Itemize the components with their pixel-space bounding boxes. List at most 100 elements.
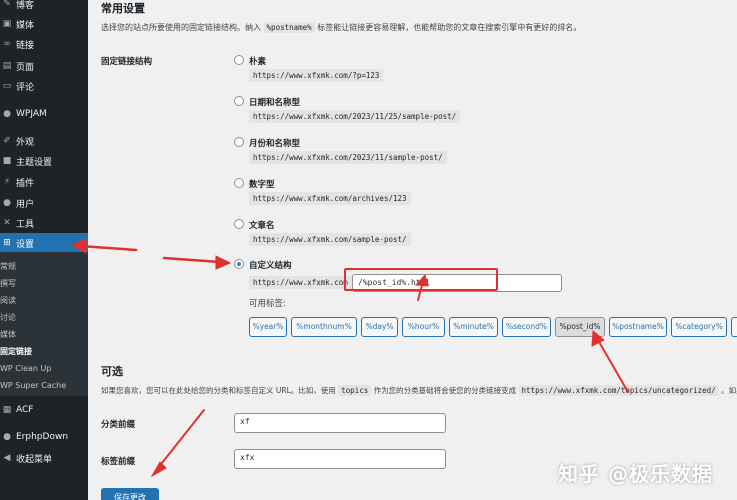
menu-item-links[interactable]: ∞ 链接: [0, 34, 88, 54]
optional-description: 如果您喜欢，您可以在此处给您的分类和标签自定义 URL。比如，使用 topics…: [101, 385, 737, 396]
tag-button-monthnum[interactable]: %monthnum%: [291, 317, 357, 337]
radio-plain[interactable]: [234, 55, 244, 65]
menu-item-label: 博客: [16, 0, 35, 11]
submenu-item-general[interactable]: 常规: [0, 258, 88, 275]
radio-label-day-name: 日期和名称型: [249, 98, 301, 108]
example-url-plain: https://www.xfxmk.com/?p=123: [249, 69, 384, 82]
tag-button-category[interactable]: %category%: [671, 317, 727, 337]
available-tags: %year% %monthnum% %day% %hour% %minute% …: [249, 317, 737, 337]
menu-item-label: 媒体: [16, 20, 35, 31]
example-url-day-name: https://www.xfxmk.com/2023/11/25/sample-…: [249, 110, 461, 123]
submenu-item-media[interactable]: 媒体: [0, 326, 88, 343]
common-settings-description: 选择您的站点所要使用的固定链接结构。纳入 %postname% 标签能让链接更容…: [101, 22, 582, 33]
menu-item-appearance[interactable]: ✐ 外观: [0, 131, 88, 151]
menu-item-label: ACF: [16, 405, 34, 415]
menu-item-label: 工具: [16, 219, 35, 230]
watermark: 知乎 @极乐数据: [558, 462, 713, 486]
plugin-icon: ⚡: [3, 177, 11, 187]
menu-item-label: 收起菜单: [16, 454, 53, 465]
menu-item-pages[interactable]: ▤ 页面: [0, 56, 88, 76]
comment-icon: ▭: [2, 81, 12, 91]
optional-title: 可选: [101, 365, 123, 378]
radio-label-month-name: 月份和名称型: [249, 139, 301, 149]
acf-icon: ▦: [2, 405, 12, 415]
tag-button-year[interactable]: %year%: [249, 317, 287, 337]
menu-item-wpjam[interactable]: ● WPJAM: [0, 104, 88, 124]
menu-item-label: 插件: [16, 178, 35, 189]
radio-label-custom-structure: 自定义结构: [249, 261, 292, 271]
available-tags-label: 可用标签:: [249, 299, 286, 309]
settings-submenu: 常规 撰写 阅读 讨论 媒体 固定链接 WP Clean Up WP Super…: [0, 252, 88, 396]
menu-item-comments[interactable]: ▭ 评论: [0, 76, 88, 96]
submenu-item-permalinks[interactable]: 固定链接: [0, 343, 88, 360]
menu-item-label: ErphpDown: [16, 432, 69, 442]
menu-item-plugins[interactable]: ⚡ 插件: [0, 172, 88, 192]
page-icon: ▤: [2, 61, 12, 71]
theme-settings-icon: ■: [2, 156, 12, 166]
radio-custom-structure[interactable]: [234, 259, 244, 269]
media-icon: ▣: [2, 19, 12, 29]
tag-base-label: 标签前缀: [101, 457, 136, 467]
menu-item-label: 外观: [16, 137, 35, 148]
submenu-item-wp-super-cache[interactable]: WP Super Cache: [0, 377, 88, 394]
radio-month-name[interactable]: [234, 137, 244, 147]
radio-day-name[interactable]: [234, 96, 244, 106]
custom-structure-prefix: https://www.xfxmk.com: [249, 276, 352, 289]
radio-post-name[interactable]: [234, 219, 244, 229]
link-icon: ∞: [3, 39, 11, 49]
example-url-month-name: https://www.xfxmk.com/2023/11/sample-pos…: [249, 151, 447, 164]
tag-base-input[interactable]: xfx: [234, 449, 446, 469]
example-url-numeric: https://www.xfxmk.com/archives/123: [249, 192, 411, 205]
menu-item-label: 链接: [16, 40, 35, 51]
annotation-highlight-box: [344, 268, 498, 291]
example-category-url-code: https://www.xfxmk.com/topics/uncategoriz…: [518, 385, 719, 396]
menu-item-label: 用户: [16, 199, 35, 210]
submenu-item-reading[interactable]: 阅读: [0, 292, 88, 309]
tag-button-postname[interactable]: %postname%: [609, 317, 667, 337]
tag-button-minute[interactable]: %minute%: [449, 317, 498, 337]
blog-icon: ✎: [3, 0, 11, 9]
category-base-input[interactable]: xf: [234, 413, 446, 433]
settings-icon: ⊞: [3, 238, 11, 248]
example-url-post-name: https://www.xfxmk.com/sample-post/: [249, 233, 411, 246]
appearance-icon: ✐: [3, 136, 11, 146]
category-base-label: 分类前缀: [101, 420, 136, 430]
tag-button-hour[interactable]: %hour%: [402, 317, 445, 337]
submenu-item-wp-clean-up[interactable]: WP Clean Up: [0, 360, 88, 377]
menu-item-label: 评论: [16, 82, 35, 93]
main-content: 常用设置 选择您的站点所要使用的固定链接结构。纳入 %postname% 标签能…: [88, 0, 737, 500]
tag-button-day[interactable]: %day%: [361, 317, 398, 337]
radio-numeric[interactable]: [234, 178, 244, 188]
permalink-structure-label: 固定链接结构: [101, 57, 153, 67]
save-changes-button[interactable]: 保存更改: [101, 488, 159, 500]
topics-code: topics: [338, 385, 372, 396]
menu-item-tools[interactable]: ✕ 工具: [0, 213, 88, 233]
menu-item-blog[interactable]: ✎ 博客: [0, 0, 88, 14]
menu-item-media[interactable]: ▣ 媒体: [0, 14, 88, 34]
submenu-item-discussion[interactable]: 讨论: [0, 309, 88, 326]
menu-item-settings[interactable]: ⊞ 设置: [0, 233, 88, 253]
menu-item-theme-settings[interactable]: ■ 主题设置: [0, 151, 88, 171]
submenu-item-writing[interactable]: 撰写: [0, 275, 88, 292]
menu-item-erphpdown[interactable]: ● ErphpDown: [0, 427, 88, 447]
menu-item-label: 主题设置: [16, 157, 53, 168]
radio-label-post-name: 文章名: [249, 221, 275, 231]
tag-button-second[interactable]: %second%: [502, 317, 551, 337]
menu-item-acf[interactable]: ▦ ACF: [0, 400, 88, 420]
radio-label-plain: 朴素: [249, 57, 267, 67]
menu-item-label: WPJAM: [16, 109, 47, 119]
user-icon: ●: [3, 198, 11, 208]
tag-button-post-id[interactable]: %post_id%: [555, 317, 605, 337]
tag-button-more[interactable]: [731, 317, 737, 337]
radio-label-numeric: 数字型: [249, 180, 275, 190]
erphpdown-icon: ●: [3, 432, 11, 442]
collapse-menu-icon: ◀: [3, 453, 11, 463]
menu-item-collapse[interactable]: ◀ 收起菜单: [0, 448, 88, 468]
postname-code: %postname%: [263, 22, 315, 33]
admin-sidebar: ✎ 博客 ▣ 媒体 ∞ 链接 ▤ 页面 ▭ 评论 ● WPJAM ✐ 外观 ■ …: [0, 0, 88, 500]
menu-item-label: 页面: [16, 62, 35, 73]
tool-icon: ✕: [3, 218, 11, 228]
menu-item-label: 设置: [16, 239, 35, 250]
menu-item-users[interactable]: ● 用户: [0, 193, 88, 213]
wpjam-icon: ●: [3, 109, 11, 119]
